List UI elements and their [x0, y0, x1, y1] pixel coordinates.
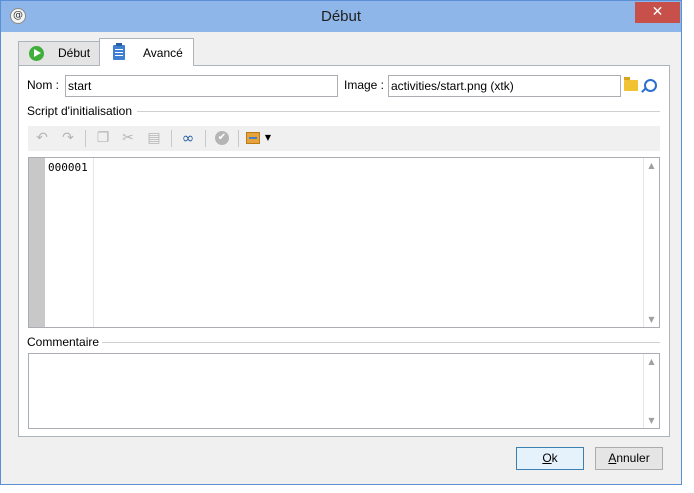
copy-icon[interactable]: ❐ — [94, 129, 112, 147]
script-section-divider — [137, 111, 660, 112]
toolbar-separator — [238, 130, 239, 147]
redo-icon[interactable]: ↷ — [59, 129, 77, 147]
scroll-down-icon[interactable]: ▼ — [644, 416, 659, 425]
gutter-divider — [93, 158, 94, 327]
comment-section-divider — [102, 342, 660, 343]
search-icon[interactable] — [644, 79, 657, 92]
title-bar: @ Début ✕ — [1, 1, 681, 32]
toolbar-separator — [85, 130, 86, 147]
line-number: 000001 — [48, 161, 88, 174]
script-toolbar: ↶ ↷ ❐ ✂ ▤ ∞ ✔ ▼ — [28, 126, 660, 151]
script-section-title: Script d'initialisation — [27, 104, 133, 118]
window-title: Début — [320, 8, 362, 25]
tab-avance[interactable]: Avancé — [99, 38, 194, 66]
tab-debut-label: Début — [58, 46, 91, 60]
tab-debut[interactable]: Début — [18, 41, 100, 65]
paste-icon[interactable]: ▤ — [145, 129, 163, 147]
script-editor[interactable]: 000001 ▲ ▼ — [28, 157, 660, 328]
editor-gutter — [29, 158, 45, 327]
cancel-button[interactable]: Annuler — [595, 447, 663, 470]
check-icon[interactable]: ✔ — [215, 131, 229, 145]
toolbar-separator — [171, 130, 172, 147]
cut-icon[interactable]: ✂ — [119, 129, 137, 147]
editor-scrollbar[interactable]: ▲ ▼ — [643, 158, 659, 327]
find-icon[interactable]: ∞ — [179, 129, 197, 147]
tab-avance-label: Avancé — [143, 46, 183, 60]
insert-icon[interactable] — [246, 132, 260, 144]
ok-button[interactable]: Ok — [516, 447, 584, 470]
toolbar-separator — [205, 130, 206, 147]
name-input[interactable]: start — [65, 75, 338, 97]
play-icon — [29, 46, 44, 61]
comment-scrollbar[interactable]: ▲ ▼ — [643, 354, 659, 428]
comment-section-title: Commentaire — [27, 335, 100, 349]
dialog-window: @ Début ✕ Début Avancé Nom : start Image… — [0, 0, 682, 485]
clipboard-icon — [113, 43, 125, 60]
image-input[interactable]: activities/start.png (xtk) — [388, 75, 621, 97]
image-label: Image : — [344, 78, 385, 92]
name-label: Nom : — [27, 78, 60, 92]
scroll-up-icon[interactable]: ▲ — [644, 357, 659, 366]
chevron-down-icon[interactable]: ▼ — [259, 129, 277, 147]
comment-textarea[interactable]: ▲ ▼ — [28, 353, 660, 429]
close-button[interactable]: ✕ — [635, 2, 680, 23]
scroll-up-icon[interactable]: ▲ — [644, 161, 659, 170]
ok-hotkey: O — [542, 451, 552, 465]
scroll-down-icon[interactable]: ▼ — [644, 315, 659, 324]
cancel-label-rest: nnuler — [616, 451, 650, 465]
folder-icon[interactable] — [624, 77, 638, 91]
ok-label-rest: k — [551, 451, 558, 465]
undo-icon[interactable]: ↶ — [33, 129, 51, 147]
